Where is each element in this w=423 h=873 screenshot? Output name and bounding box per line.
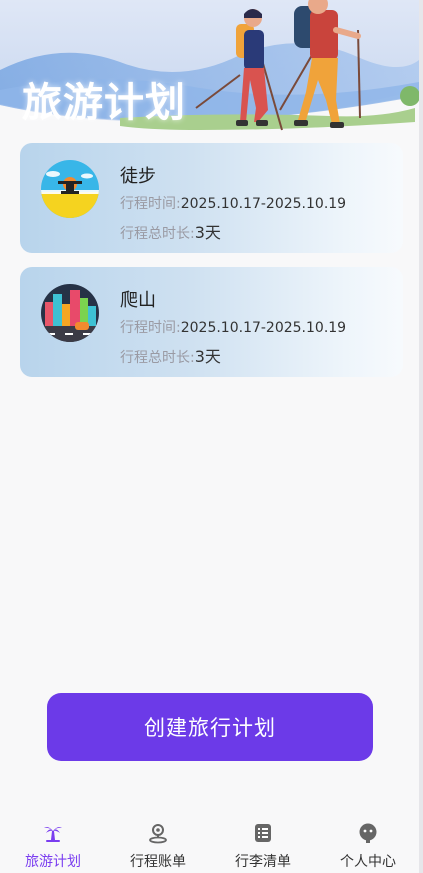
plan-duration-row: 行程总时长:3天 <box>120 219 221 243</box>
checklist-icon <box>255 824 271 842</box>
plan-card[interactable]: 爬山 行程时间:2025.10.17-2025.10.19 行程总时长:3天 <box>20 267 403 377</box>
tab-label: 行李清单 <box>235 854 291 870</box>
create-plan-button[interactable]: 创建旅行计划 <box>47 693 373 761</box>
app-root: 旅游计划 徒步 行程时间:2025.10.17-2025.10.19 行程总时长… <box>0 0 419 873</box>
tab-profile[interactable]: 个人中心 <box>328 822 408 871</box>
plan-time-value: 2025.10.17-2025.10.19 <box>180 196 347 212</box>
tab-travel-plan[interactable]: 旅游计划 <box>13 822 93 871</box>
tab-label: 行程账单 <box>130 854 186 870</box>
plan-time-row: 行程时间:2025.10.17-2025.10.19 <box>120 317 346 337</box>
plan-duration-label: 行程总时长: <box>120 226 195 242</box>
plan-duration-row: 行程总时长:3天 <box>120 343 221 367</box>
palm-tree-icon <box>44 827 62 842</box>
tab-label: 个人中心 <box>340 854 396 870</box>
plan-name: 徒步 <box>120 166 156 187</box>
plan-card[interactable]: 徒步 行程时间:2025.10.17-2025.10.19 行程总时长:3天 <box>20 143 403 253</box>
tab-trip-bill[interactable]: 行程账单 <box>118 822 198 871</box>
plan-duration-value: 3天 <box>194 347 221 366</box>
city-buildings-icon <box>41 284 99 342</box>
page-title: 旅游计划 <box>22 80 186 126</box>
plan-time-value: 2025.10.17-2025.10.19 <box>180 320 347 336</box>
plan-name: 爬山 <box>120 290 156 311</box>
profile-face-icon <box>359 823 377 843</box>
location-pin-icon <box>149 824 167 844</box>
tab-label: 旅游计划 <box>25 854 81 870</box>
bottom-tab-bar: 旅游计划 行程账单 行李清单 个人中心 <box>0 810 419 873</box>
plan-time-label: 行程时间: <box>120 320 181 336</box>
plan-time-label: 行程时间: <box>120 196 181 212</box>
tab-luggage-list[interactable]: 行李清单 <box>223 822 303 871</box>
plan-duration-label: 行程总时长: <box>120 350 195 366</box>
beach-sunset-icon <box>41 160 99 218</box>
hero-banner: 旅游计划 <box>0 0 419 135</box>
plan-time-row: 行程时间:2025.10.17-2025.10.19 <box>120 193 346 213</box>
plan-duration-value: 3天 <box>194 223 221 242</box>
scroll-edge <box>419 0 423 873</box>
